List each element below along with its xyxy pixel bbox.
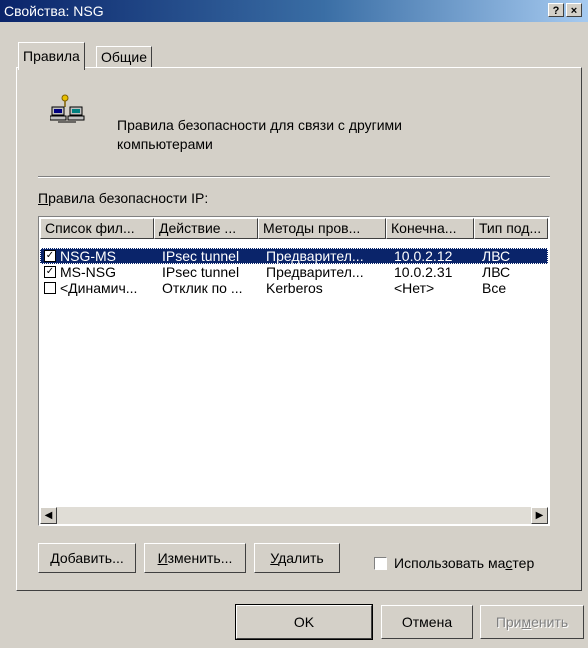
use-wizard-label: Использовать мастер bbox=[394, 555, 535, 571]
cell-auth-methods: Kerberos bbox=[266, 280, 323, 296]
ip-rules-listview[interactable]: Список фил... Действие ... Методы пров..… bbox=[38, 216, 550, 526]
cell-auth-methods: Предварител... bbox=[266, 248, 364, 264]
cell-filter-list: MS-NSG bbox=[60, 264, 116, 280]
rules-description: Правила безопасности для связи с другими… bbox=[117, 117, 402, 152]
rule-checkbox[interactable]: ✓ bbox=[44, 266, 56, 278]
cell-connection-type: Все bbox=[482, 280, 507, 296]
use-wizard-checkbox[interactable] bbox=[374, 557, 387, 570]
tab-general[interactable]: Общие bbox=[96, 46, 153, 68]
cell-connection-type: ЛВС bbox=[482, 264, 511, 280]
edit-button[interactable]: Изменить... bbox=[144, 543, 246, 573]
arrow-left-icon: ◀ bbox=[44, 510, 53, 521]
column-header-action[interactable]: Действие ... bbox=[154, 218, 258, 239]
arrow-right-icon: ▶ bbox=[535, 510, 544, 521]
add-button[interactable]: Добавить... bbox=[38, 543, 136, 573]
column-header-endpoint[interactable]: Конечна... bbox=[386, 218, 474, 239]
table-row[interactable]: <Динамич... Отклик по ... Kerberos <Нет>… bbox=[40, 280, 548, 296]
tab-rules[interactable]: Правила bbox=[18, 42, 85, 70]
cell-filter-list: <Динамич... bbox=[60, 280, 138, 296]
ok-button[interactable]: OK bbox=[235, 604, 373, 640]
tab-rules-label: Правила bbox=[23, 48, 80, 64]
network-computers-icon bbox=[50, 94, 85, 123]
table-row[interactable]: ✓ NSG-MS IPsec tunnel Предварител... 10.… bbox=[40, 248, 548, 264]
cell-action: IPsec tunnel bbox=[162, 248, 240, 264]
scroll-right-button[interactable]: ▶ bbox=[531, 507, 548, 524]
help-button[interactable]: ? bbox=[548, 3, 564, 17]
horizontal-scrollbar[interactable]: ◀ ▶ bbox=[40, 507, 548, 524]
cell-endpoint: 10.0.2.31 bbox=[394, 264, 453, 280]
separator-line bbox=[38, 176, 550, 178]
cell-action: IPsec tunnel bbox=[162, 264, 240, 280]
column-header-connection-type[interactable]: Тип под... bbox=[474, 218, 548, 239]
column-header-auth-methods[interactable]: Методы пров... bbox=[258, 218, 386, 239]
rule-checkbox[interactable]: ✓ bbox=[44, 250, 56, 262]
window-title: Свойства: NSG bbox=[4, 3, 104, 19]
tab-general-label: Общие bbox=[101, 49, 148, 65]
scroll-left-button[interactable]: ◀ bbox=[40, 507, 57, 524]
cancel-button[interactable]: Отмена bbox=[381, 605, 473, 639]
cell-endpoint: <Нет> bbox=[394, 280, 435, 296]
title-bar[interactable]: Свойства: NSG ? × bbox=[0, 0, 588, 22]
ip-rules-label-accel: П bbox=[38, 190, 49, 206]
rule-checkbox[interactable] bbox=[44, 282, 56, 294]
cell-filter-list: NSG-MS bbox=[60, 248, 116, 264]
ip-rules-label: Правила безопасности IP: bbox=[38, 190, 209, 206]
delete-button[interactable]: Удалить bbox=[254, 543, 340, 573]
table-row[interactable]: ✓ MS-NSG IPsec tunnel Предварител... 10.… bbox=[40, 264, 548, 280]
cell-connection-type: ЛВС bbox=[482, 248, 511, 264]
apply-button[interactable]: Применить bbox=[480, 605, 584, 639]
cell-action: Отклик по ... bbox=[162, 280, 243, 296]
cell-auth-methods: Предварител... bbox=[266, 264, 364, 280]
cell-endpoint: 10.0.2.12 bbox=[394, 248, 453, 264]
column-header-filter-list[interactable]: Список фил... bbox=[40, 218, 154, 239]
close-button[interactable]: × bbox=[566, 3, 582, 17]
